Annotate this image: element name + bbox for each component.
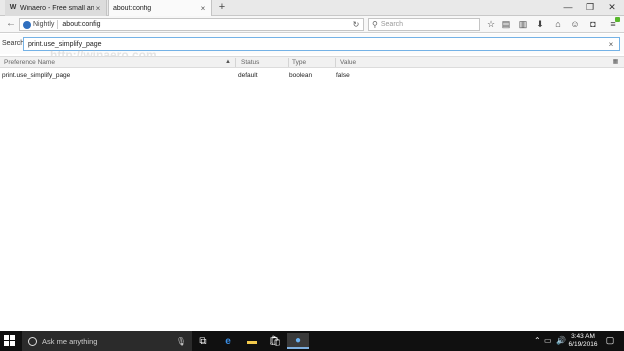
file-explorer-icon[interactable]: ▬ [241, 333, 263, 349]
tab-winaero[interactable]: W Winaero - Free small and ... × [5, 0, 107, 16]
home-icon[interactable]: ⌂ [552, 19, 564, 30]
cell-type: boolean [289, 72, 313, 79]
search-placeholder: Search [380, 21, 404, 28]
url-text[interactable]: about:config [62, 21, 352, 28]
table-row[interactable]: print.use_simplify_page default boolean … [0, 70, 624, 80]
nightly-icon [23, 20, 31, 29]
column-separator[interactable] [235, 58, 236, 67]
navigation-toolbar: ← Nightly about:config ↻ ⚲ Search ☆ ▤ ▥ … [0, 16, 624, 33]
column-preference-name[interactable]: Preference Name [4, 59, 55, 66]
taskbar: Ask me anything 🎙 ⧉ e ▬ 🛍 ● ⌃ ▭ 🔊 3:43 A… [0, 331, 624, 351]
config-search-value[interactable]: print.use_simplify_page [28, 41, 607, 48]
sync-icon[interactable]: ☺ [569, 19, 581, 30]
network-icon[interactable]: ▭ [544, 336, 552, 345]
back-button[interactable]: ← [5, 18, 17, 30]
cortana-placeholder: Ask me anything [42, 336, 98, 346]
table-header: Preference Name ▲ Status Type Value ▦ [0, 56, 624, 68]
url-bar[interactable]: Nightly about:config ↻ [19, 18, 364, 31]
volume-icon[interactable]: 🔊 [556, 336, 566, 345]
column-separator[interactable] [288, 58, 289, 67]
clear-search-icon[interactable]: × [607, 40, 615, 49]
column-separator[interactable] [335, 58, 336, 67]
action-center-icon[interactable]: ▢ [604, 335, 616, 347]
cortana-search-box[interactable]: Ask me anything 🎙 [22, 331, 192, 351]
tab-title: Winaero - Free small and ... [20, 4, 94, 12]
tab-title: about:config [113, 5, 152, 12]
winaero-favicon-icon: W [9, 4, 17, 11]
close-window-button[interactable]: ✕ [602, 1, 622, 14]
new-tab-button[interactable]: + [216, 1, 228, 14]
task-view-icon[interactable]: ⧉ [192, 333, 214, 349]
tab-about-config[interactable]: about:config × [108, 0, 212, 17]
sort-ascending-icon: ▲ [225, 59, 231, 65]
web-search-input[interactable]: ⚲ Search [368, 18, 480, 31]
column-type[interactable]: Type [292, 59, 306, 66]
download-icon[interactable]: ⬇ [534, 19, 546, 30]
star-icon[interactable]: ☆ [485, 19, 497, 30]
menu-icon[interactable]: ≡ [607, 17, 620, 30]
column-status[interactable]: Status [241, 59, 259, 66]
column-picker-icon[interactable]: ▦ [611, 58, 620, 67]
cortana-icon [28, 336, 37, 346]
cell-status: default [238, 72, 258, 79]
url-separator [57, 20, 59, 29]
pocket-icon[interactable]: ◘ [587, 19, 599, 30]
store-icon[interactable]: 🛍 [264, 333, 286, 349]
restore-button[interactable]: ❐ [580, 1, 600, 14]
microphone-icon[interactable]: 🎙 [176, 337, 186, 346]
edge-icon[interactable]: e [217, 333, 239, 349]
firefox-nightly-icon[interactable]: ● [287, 333, 309, 349]
reload-button[interactable]: ↻ [352, 20, 360, 29]
column-value[interactable]: Value [340, 59, 356, 66]
minimize-button[interactable]: — [558, 1, 578, 14]
identity-label[interactable]: Nightly [33, 21, 54, 28]
update-badge [615, 17, 620, 22]
clock-date: 6/19/2016 [568, 341, 598, 348]
cell-preference-name: print.use_simplify_page [2, 72, 71, 79]
tab-close-icon[interactable]: × [94, 4, 102, 13]
clock-time: 3:43 AM [571, 333, 595, 340]
reading-list-icon[interactable]: ▤ [500, 19, 512, 30]
library-icon[interactable]: ▥ [517, 19, 529, 30]
cell-value: false [336, 72, 350, 79]
tab-strip: W Winaero - Free small and ... × about:c… [0, 0, 624, 17]
clock[interactable]: 3:43 AM 6/19/2016 [568, 333, 598, 349]
start-button[interactable] [4, 335, 16, 347]
tab-close-icon[interactable]: × [199, 4, 207, 13]
search-icon: ⚲ [372, 20, 378, 29]
chevron-up-icon[interactable]: ⌃ [534, 336, 541, 345]
